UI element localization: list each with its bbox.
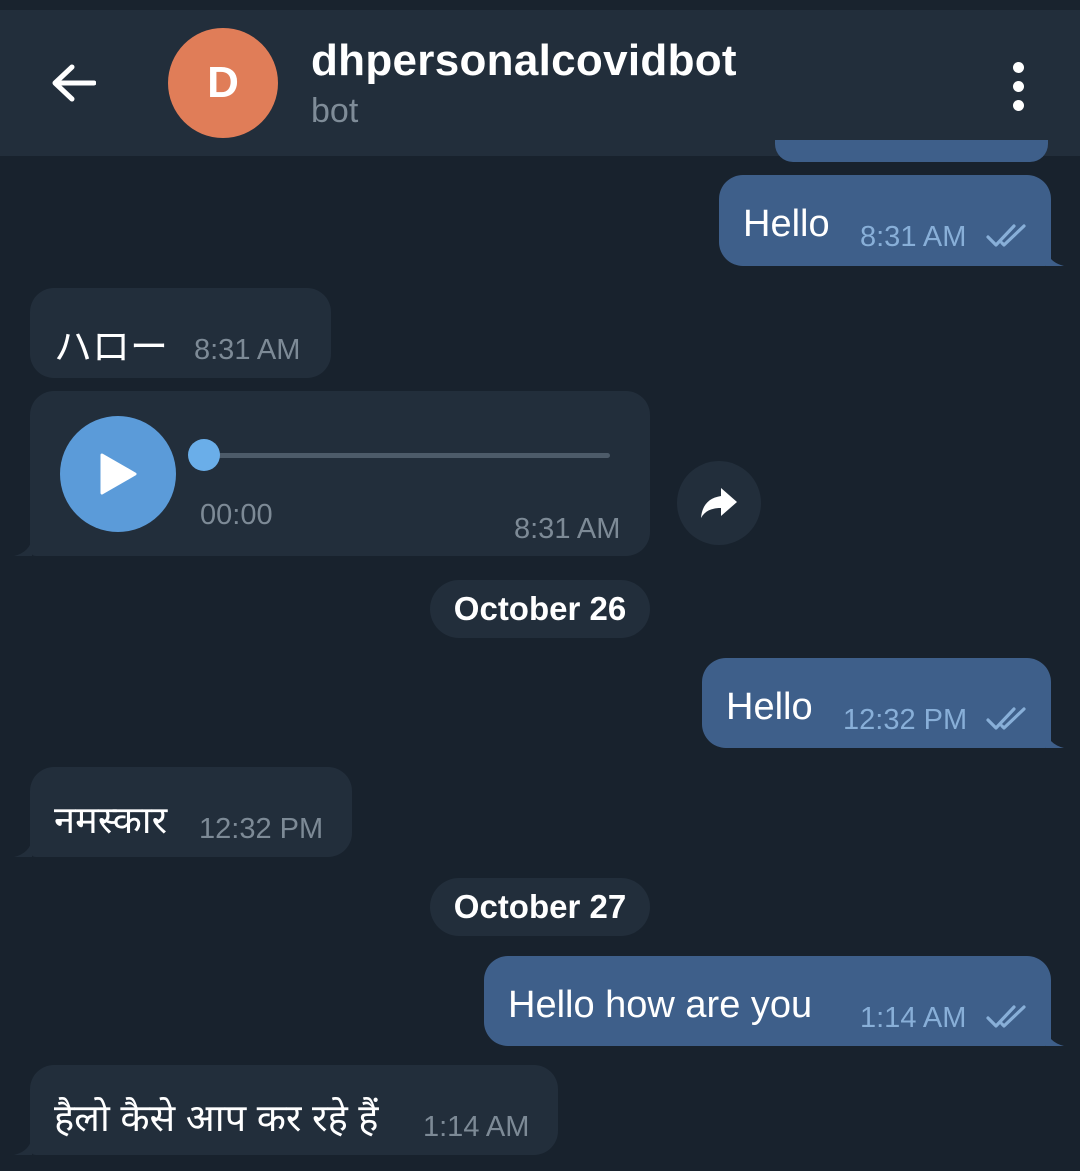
message-text: Hello [743, 203, 830, 245]
more-options-button[interactable] [996, 58, 1040, 114]
chat-header: D dhpersonalcovidbot bot [0, 10, 1080, 156]
date-separator: October 26 [430, 580, 650, 638]
double-check-icon [986, 707, 1026, 730]
arrow-left-icon [52, 64, 96, 102]
voice-waveform-track[interactable] [205, 453, 610, 458]
message-bubble-incoming[interactable]: नमस्कार 12:32 PM [30, 767, 352, 857]
bubble-tail [1046, 1028, 1064, 1046]
double-check-icon [986, 224, 1026, 247]
share-button[interactable] [677, 461, 761, 545]
play-icon [100, 453, 137, 495]
more-vertical-icon-dot [1012, 99, 1024, 111]
bubble-tail [14, 1137, 32, 1155]
chat-subtitle: bot [311, 92, 359, 130]
more-vertical-icon-dot [1012, 80, 1024, 92]
message-text: Hello how are you [508, 984, 813, 1026]
avatar-letter: D [207, 58, 239, 107]
message-text: ハロー [54, 327, 169, 369]
message-bubble-outgoing[interactable]: Hello 12:32 PM [702, 658, 1051, 748]
message-time: 1:14 AM [860, 1002, 967, 1034]
bubble-tail [14, 538, 32, 556]
voice-duration: 00:00 [200, 499, 273, 531]
voice-progress-handle[interactable] [188, 439, 220, 471]
message-bubble-partial [775, 140, 1048, 162]
message-bubble-outgoing[interactable]: Hello 8:31 AM [719, 175, 1051, 266]
message-time: 12:32 PM [199, 813, 324, 845]
date-separator: October 27 [430, 878, 650, 936]
more-vertical-icon [1012, 61, 1024, 73]
message-text: हैलो कैसे आप कर रहे हैं [54, 1098, 379, 1140]
message-time: 8:31 AM [514, 513, 621, 545]
status-bar [0, 0, 1080, 10]
bubble-tail [14, 839, 32, 857]
message-time: 8:31 AM [194, 334, 301, 366]
message-bubble-incoming[interactable]: ハロー 8:31 AM [30, 288, 331, 378]
share-arrow-icon [701, 488, 737, 518]
back-button[interactable] [40, 50, 106, 116]
bubble-tail [1046, 248, 1064, 266]
message-bubble-incoming[interactable]: हैलो कैसे आप कर रहे हैं 1:14 AM [30, 1065, 558, 1155]
message-text: Hello [726, 686, 813, 728]
avatar[interactable]: D [168, 28, 278, 138]
voice-message-bubble[interactable]: 00:00 8:31 AM [30, 391, 650, 556]
message-text: नमस्कार [54, 800, 168, 842]
play-button[interactable] [60, 416, 176, 532]
chat-title[interactable]: dhpersonalcovidbot [311, 36, 737, 86]
message-time: 8:31 AM [860, 221, 967, 253]
message-time: 12:32 PM [843, 704, 968, 736]
message-bubble-outgoing[interactable]: Hello how are you 1:14 AM [484, 956, 1051, 1046]
double-check-icon [986, 1005, 1026, 1028]
bubble-tail [1046, 730, 1064, 748]
message-time: 1:14 AM [423, 1111, 530, 1143]
